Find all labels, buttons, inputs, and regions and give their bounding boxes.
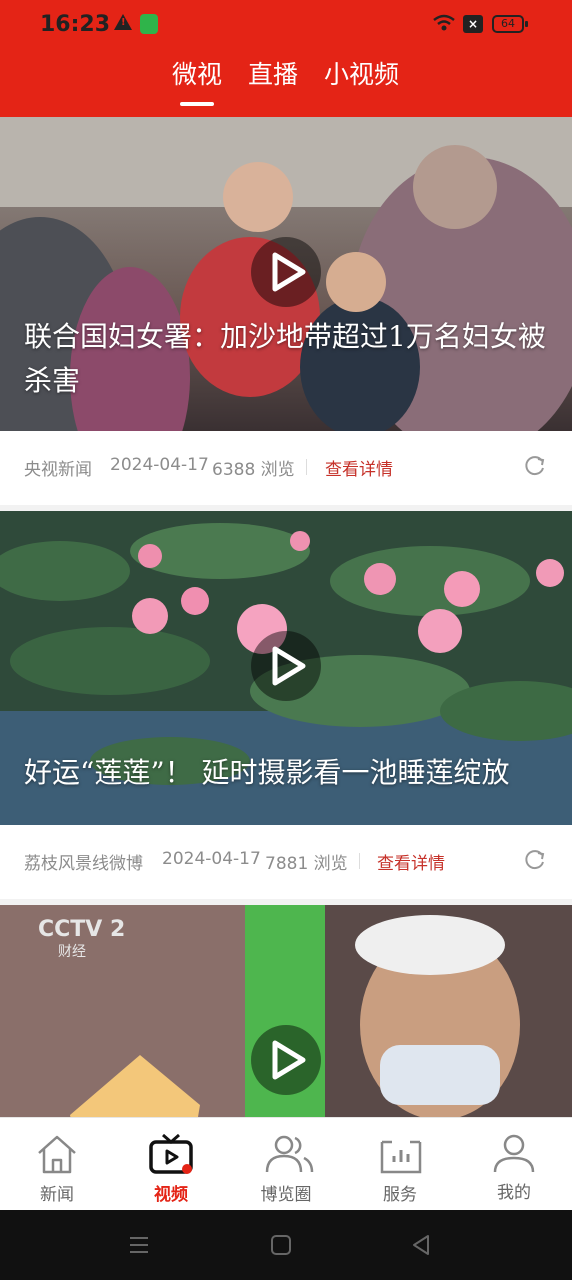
people-icon [265, 1135, 314, 1173]
top-tabs: 微视 直播 小视频 [0, 55, 572, 111]
user-icon [493, 1134, 535, 1173]
share-refresh-icon[interactable] [524, 849, 546, 871]
tab-weishi[interactable]: 微视 [172, 55, 222, 91]
home-square-icon[interactable] [270, 1234, 292, 1256]
video-views: 7881 浏览 [265, 854, 348, 874]
video-card[interactable]: 好运“莲莲”！ 延时摄影看一池睡莲绽放 荔枝风景线微博 2024-04-17 7… [0, 511, 572, 899]
home-icon [38, 1135, 76, 1174]
service-icon [380, 1140, 422, 1174]
divider [306, 459, 307, 475]
play-button[interactable] [251, 237, 321, 307]
nav-label: 视频 [154, 1185, 188, 1205]
system-nav-bar [0, 1210, 572, 1280]
play-icon [272, 252, 306, 292]
view-detail-link[interactable]: 查看详情 [325, 455, 393, 480]
bottom-nav: 新闻 视频 博览圈 服务 我的 [0, 1117, 572, 1211]
menu-icon[interactable] [128, 1234, 150, 1256]
app-header: 16:23 × 64 微视 直播 小视频 [0, 0, 572, 117]
nav-label: 服务 [383, 1185, 417, 1205]
tv-icon [149, 1133, 193, 1174]
divider [359, 853, 360, 869]
nav-label: 我的 [497, 1183, 531, 1203]
nav-service[interactable]: 服务 [343, 1118, 457, 1211]
nav-label: 新闻 [40, 1185, 74, 1205]
view-detail-link[interactable]: 查看详情 [377, 849, 445, 874]
tab-indicator [180, 102, 214, 106]
battery-icon: 64 [492, 15, 528, 33]
status-time: 16:23 [40, 12, 111, 37]
nav-expo-circle[interactable]: 博览圈 [229, 1118, 343, 1211]
notification-app-icon [140, 14, 158, 34]
video-feed[interactable]: 联合国妇女署：加沙地带超过1万名妇女被杀害 央视新闻 2024-04-17 63… [0, 117, 572, 1117]
video-thumbnail[interactable]: CCTV 2 财经 [0, 905, 572, 1117]
warning-icon [114, 14, 132, 30]
nav-news[interactable]: 新闻 [0, 1118, 114, 1211]
nav-label: 博览圈 [260, 1185, 312, 1205]
wifi-icon [433, 14, 455, 31]
video-card[interactable]: 联合国妇女署：加沙地带超过1万名妇女被杀害 央视新闻 2024-04-17 63… [0, 117, 572, 505]
back-icon[interactable] [410, 1234, 432, 1256]
video-meta: 荔枝风景线微博 2024-04-17 7881 浏览 查看详情 [0, 825, 572, 899]
channel-sub: 财经 [58, 944, 86, 960]
share-refresh-icon[interactable] [524, 455, 546, 477]
video-source: 荔枝风景线微博 [24, 854, 143, 874]
video-thumbnail[interactable]: 联合国妇女署：加沙地带超过1万名妇女被杀害 [0, 117, 572, 431]
video-title: 好运“莲莲”！ 延时摄影看一池睡莲绽放 [24, 756, 510, 789]
nav-mine[interactable]: 我的 [457, 1118, 571, 1211]
video-title: 联合国妇女署：加沙地带超过1万名妇女被杀害 [24, 320, 546, 397]
no-sim-icon: × [463, 15, 483, 33]
video-source: 央视新闻 [24, 460, 92, 480]
play-icon [272, 1040, 306, 1080]
tab-live[interactable]: 直播 [248, 55, 298, 91]
play-button[interactable] [251, 1025, 321, 1095]
channel-logo: CCTV 2 [38, 917, 126, 942]
nav-video[interactable]: 视频 [114, 1118, 228, 1211]
tab-short-video[interactable]: 小视频 [324, 55, 399, 91]
play-icon [272, 646, 306, 686]
video-date: 2024-04-17 [110, 455, 209, 475]
video-views: 6388 浏览 [212, 460, 295, 480]
video-meta: 央视新闻 2024-04-17 6388 浏览 查看详情 [0, 431, 572, 505]
status-bar: 16:23 × 64 [0, 0, 572, 50]
video-thumbnail[interactable]: 好运“莲莲”！ 延时摄影看一池睡莲绽放 [0, 511, 572, 825]
play-button[interactable] [251, 631, 321, 701]
video-card[interactable]: CCTV 2 财经 [0, 905, 572, 1117]
video-date: 2024-04-17 [162, 849, 261, 869]
